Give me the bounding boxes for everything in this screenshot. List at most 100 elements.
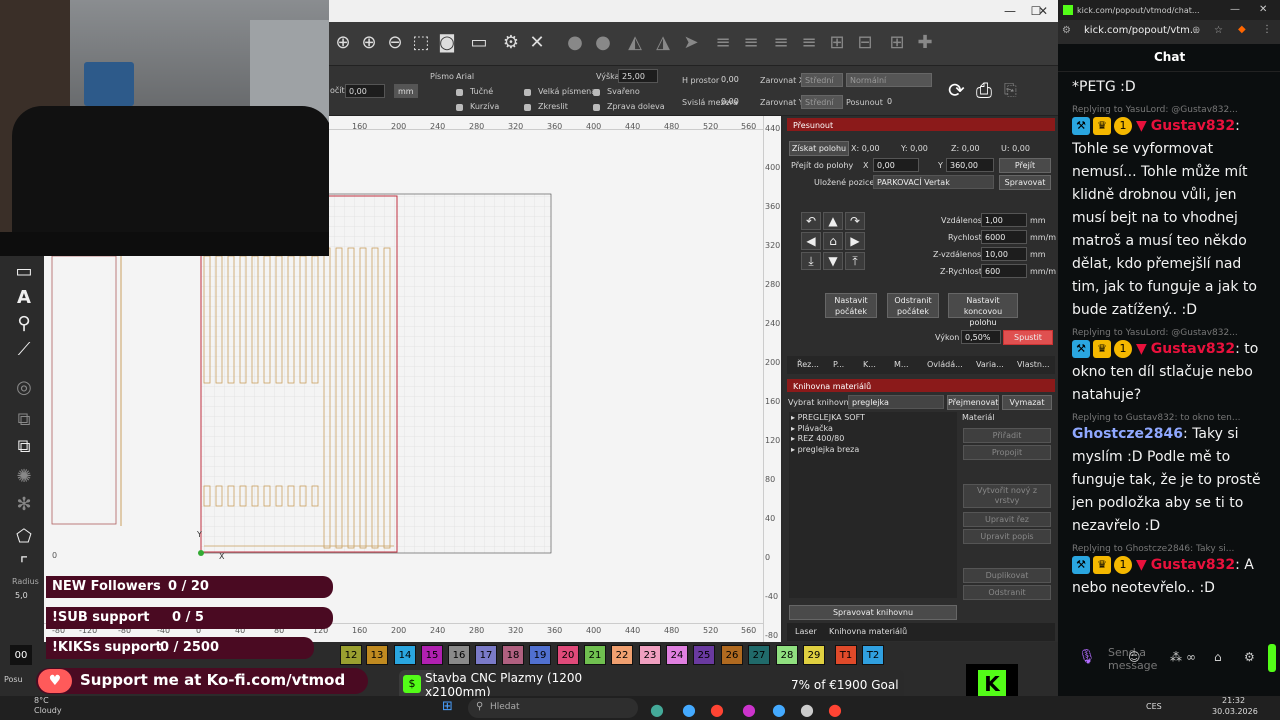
group-icon[interactable]: ●	[562, 30, 588, 56]
distort-checkbox[interactable]	[524, 104, 531, 111]
start-windows-icon[interactable]: ⊞	[442, 699, 453, 714]
palette-swatch[interactable]: 19	[529, 645, 551, 665]
zspeed-field[interactable]: 600	[981, 264, 1027, 278]
monitor-icon[interactable]: ▭	[466, 30, 492, 56]
camera-icon[interactable]: ◙	[434, 30, 460, 56]
print-icon[interactable]: ⎙	[976, 78, 992, 102]
distance-field[interactable]: 1,00	[981, 213, 1027, 227]
tree-item[interactable]: ▸ PREGLEJKA SOFT	[791, 413, 865, 422]
array-tool-icon[interactable]: ✺	[12, 465, 36, 489]
print-cut-icon[interactable]: ⎘	[1004, 80, 1017, 100]
send-button[interactable]	[1268, 644, 1276, 672]
palette-swatch[interactable]: 21	[584, 645, 606, 665]
palette-swatch[interactable]: 15	[421, 645, 443, 665]
set-end-button[interactable]: Nastavit koncovou polohu	[948, 293, 1018, 327]
z-up-icon[interactable]: ⤒	[845, 252, 865, 270]
manage-library-button[interactable]: Spravovat knihovnu	[789, 605, 957, 620]
boolean-tool-icon[interactable]: ⧉	[12, 408, 36, 432]
remove-origin-button[interactable]: Odstranit počátek	[887, 293, 939, 318]
tab-material-library[interactable]: Knihovna materiálů	[829, 627, 907, 636]
offset-field[interactable]: 0	[884, 95, 920, 109]
corner-radius-icon[interactable]: ⌜	[12, 553, 36, 577]
tree-item[interactable]: ▸ Plávačka	[791, 424, 833, 433]
saved-positions-select[interactable]: PARKOVACÍ Vertak	[873, 175, 994, 189]
measure-tool-icon[interactable]: ⟋	[12, 338, 36, 362]
zdist-field[interactable]: 10,00	[981, 247, 1027, 261]
taskbar-app-icon[interactable]: ●	[800, 700, 814, 719]
library-select[interactable]: preglejka	[848, 395, 944, 409]
translate-icon[interactable]: ⊕	[1192, 25, 1200, 36]
assign-button[interactable]: Přiřadit	[963, 428, 1051, 443]
chat-username[interactable]: Ghostcze2846	[1072, 426, 1183, 442]
align-icon-3[interactable]: ≡	[768, 30, 794, 56]
align-y-select[interactable]: Střední	[801, 95, 843, 109]
jog-down-icon[interactable]: ▼	[823, 252, 843, 270]
menu-icon[interactable]: ⋮	[1262, 24, 1272, 35]
chat-message[interactable]: Replying to YasuLord: @Gustav832... ⚒ ♛ 1 ▼ G…	[1072, 105, 1272, 322]
chat-message[interactable]: *PETG :D	[1072, 76, 1272, 99]
zoom-fit-icon[interactable]: ⊕	[330, 30, 356, 56]
taskbar-app-icon[interactable]: ●	[650, 700, 664, 719]
jog-left-icon[interactable]: ◀	[801, 232, 821, 250]
flip-horizontal-icon[interactable]: ◭	[622, 30, 648, 56]
goto-y-field[interactable]: 360,00	[946, 158, 994, 172]
tab-control[interactable]: Ovládá...	[927, 360, 963, 369]
taskbar-app-icon[interactable]: ●	[772, 700, 786, 719]
align-icon-6[interactable]: ⊟	[852, 30, 878, 56]
create-from-layer-button[interactable]: Vytvořit nový z vrstvy	[963, 484, 1051, 508]
browser-minimize[interactable]: —	[1230, 4, 1240, 15]
taskbar-search[interactable]: ⚲ Hledat	[468, 698, 638, 718]
infinity-icon[interactable]: ∞	[1186, 650, 1196, 664]
rotate-icon[interactable]: ⟳	[948, 78, 965, 102]
align-icon-1[interactable]: ≡	[710, 30, 736, 56]
reply-context[interactable]: Replying to Ghostcze2846: Taky si...	[1072, 544, 1272, 554]
settings-gear-icon[interactable]: ⚙	[498, 30, 524, 56]
goto-x-field[interactable]: 0,00	[873, 158, 919, 172]
palette-swatch[interactable]: 20	[557, 645, 579, 665]
rename-button[interactable]: Přejmenovat	[947, 395, 999, 410]
palette-swatch[interactable]: 25	[693, 645, 715, 665]
emote-icon[interactable]: ☺	[1128, 650, 1141, 664]
palette-swatch[interactable]: 12	[340, 645, 362, 665]
palette-swatch[interactable]: 27	[748, 645, 770, 665]
palette-swatch[interactable]: 18	[502, 645, 524, 665]
microphone-icon[interactable]: 🎙	[1078, 649, 1096, 665]
edit-cut-button[interactable]: Upravit řez	[963, 512, 1051, 527]
palette-swatch[interactable]: 24	[666, 645, 688, 665]
palette-swatch[interactable]: 00	[10, 645, 32, 665]
manage-positions-button[interactable]: Spravovat	[999, 175, 1051, 190]
taskbar-app-icon[interactable]: ●	[828, 700, 842, 719]
palette-swatch[interactable]: 13	[366, 645, 388, 665]
chat-settings-icon[interactable]: ⚙	[1244, 650, 1255, 664]
z-down-icon[interactable]: ⤓	[801, 252, 821, 270]
remove-button[interactable]: Odstranit	[963, 585, 1051, 600]
italic-checkbox[interactable]	[456, 104, 463, 111]
tree-item[interactable]: ▸ REZ 400/80	[791, 434, 844, 443]
delete-library-button[interactable]: Vymazat	[1002, 395, 1052, 410]
chat-message[interactable]: Replying to Gustav832: to okno ten... Gho…	[1072, 413, 1272, 538]
bits-icon[interactable]: ⁂	[1170, 650, 1182, 664]
position-tool-icon[interactable]: ⚲	[12, 312, 36, 336]
align-icon-2[interactable]: ≡	[738, 30, 764, 56]
taskbar-app-icon[interactable]: ●	[682, 700, 696, 719]
palette-swatch[interactable]: 14	[394, 645, 416, 665]
goto-button[interactable]: Přejít	[999, 158, 1051, 173]
tools-icon[interactable]: ✕	[524, 30, 550, 56]
height-field[interactable]: 25,00	[618, 69, 658, 83]
grid-array-icon[interactable]: ✻	[12, 493, 36, 517]
language-indicator[interactable]: CES	[1146, 702, 1162, 711]
chat-username[interactable]: Gustav832	[1151, 118, 1235, 134]
palette-swatch[interactable]: T2	[862, 645, 884, 665]
chat-username[interactable]: Gustav832	[1151, 341, 1235, 357]
jog-right-icon[interactable]: ▶	[845, 232, 865, 250]
brave-icon[interactable]: ◆	[1238, 24, 1246, 35]
speed-field[interactable]: 6000	[981, 230, 1027, 244]
browser-close[interactable]: ✕	[1259, 4, 1267, 15]
site-info-icon[interactable]: ⚙	[1062, 25, 1071, 36]
tree-item[interactable]: ▸ preglejka breza	[791, 445, 859, 454]
rotate-right-icon[interactable]: ↷	[845, 212, 865, 230]
chat-username[interactable]: Gustav832	[1151, 557, 1235, 573]
bold-checkbox[interactable]	[456, 89, 463, 96]
tab-variables[interactable]: Varia...	[976, 360, 1004, 369]
duplicate-button[interactable]: Duplikovat	[963, 568, 1051, 583]
